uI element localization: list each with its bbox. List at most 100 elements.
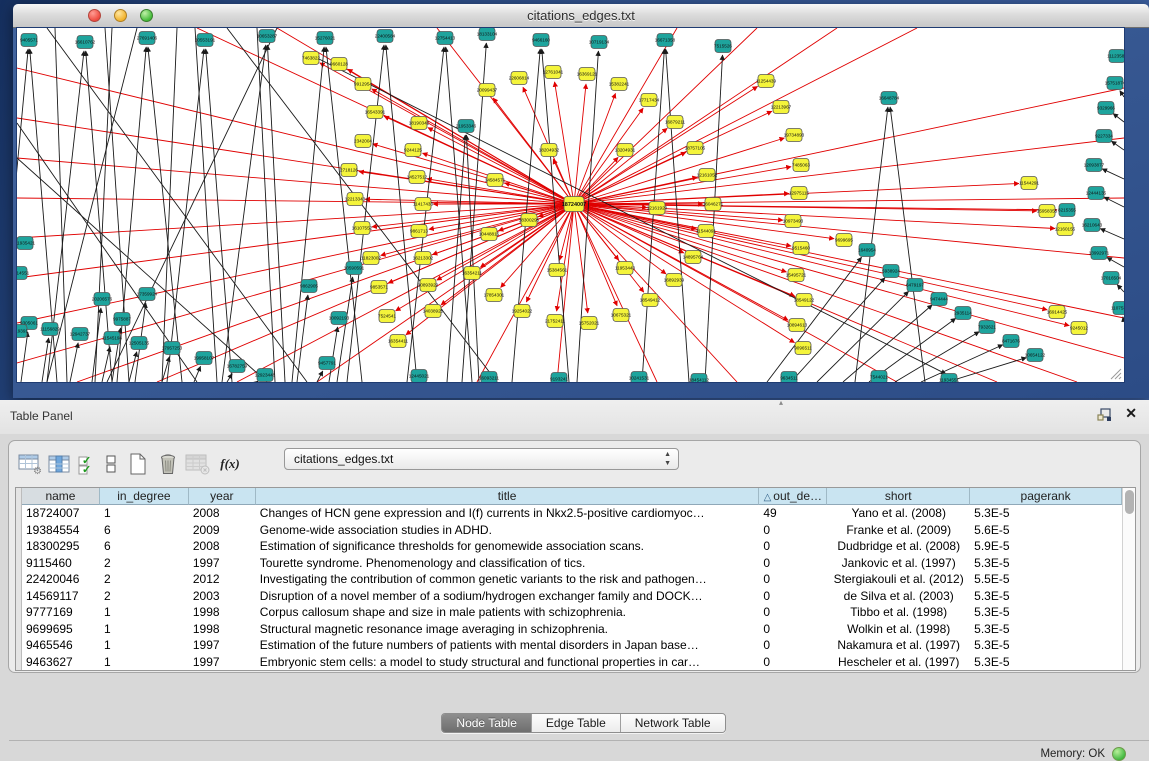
network-node[interactable]: 11254439	[756, 75, 777, 88]
table-row[interactable]: 1872400712008Changes of HCN gene express…	[22, 505, 1122, 522]
network-node[interactable]: 12942737	[70, 328, 91, 341]
network-node[interactable]: 11823002	[361, 252, 382, 265]
network-node[interactable]: 15384561	[547, 264, 568, 277]
network-node[interactable]: 20514551	[17, 267, 30, 280]
network-node[interactable]: 15751874	[1105, 77, 1124, 90]
network-node[interactable]: 7524541	[378, 310, 396, 323]
network-node[interactable]: 9699695	[835, 234, 853, 247]
network-edge[interactable]	[70, 343, 78, 382]
network-edge[interactable]	[574, 204, 1069, 326]
network-node[interactable]: 20553191	[195, 34, 216, 47]
network-node[interactable]: 18190342	[409, 117, 430, 130]
network-node[interactable]: 16210643	[1082, 219, 1103, 232]
network-canvas[interactable]: 9405571166107622769140620553191106532871…	[17, 28, 1124, 382]
network-node[interactable]: 12160155	[1055, 223, 1076, 236]
vertical-scrollbar[interactable]	[1122, 488, 1135, 670]
network-node[interactable]: 15382241	[609, 78, 630, 91]
network-node[interactable]: 9975887	[113, 313, 131, 326]
network-node[interactable]: 12213343	[345, 193, 366, 206]
network-node[interactable]: 11417433	[413, 198, 434, 211]
table-select-dropdown[interactable]: citations_edges.txt ▲▼	[284, 448, 679, 470]
network-node[interactable]: 8471676	[1002, 335, 1020, 348]
window-titlebar[interactable]: citations_edges.txt	[13, 4, 1149, 28]
network-node[interactable]: 11935421	[17, 237, 35, 250]
new-table-icon[interactable]	[123, 450, 153, 478]
network-node[interactable]: 12505135	[129, 337, 150, 350]
network-node[interactable]: 9227334	[1095, 130, 1113, 143]
network-node[interactable]: 16107552	[352, 222, 373, 235]
tab-network-table[interactable]: Network Table	[621, 714, 725, 732]
network-node[interactable]: 18300295	[519, 214, 540, 227]
network-node[interactable]: 16354211	[462, 267, 483, 280]
network-node[interactable]: 17717434	[639, 94, 660, 107]
column-header-name[interactable]: name	[22, 488, 100, 505]
delete-table-icon[interactable]	[153, 450, 183, 478]
network-node[interactable]: 18724007	[562, 197, 586, 212]
network-node[interactable]: 9457791	[318, 357, 336, 370]
network-edge[interactable]	[542, 49, 569, 382]
network-node[interactable]: 14584571	[485, 174, 506, 187]
network-node[interactable]: 17957253	[162, 342, 183, 355]
network-node[interactable]: 12754413	[435, 32, 456, 45]
network-node[interactable]: 11544291	[1019, 177, 1040, 190]
network-edge[interactable]	[666, 49, 689, 382]
network-edge[interactable]	[1111, 141, 1124, 150]
network-node[interactable]: 20099437	[477, 84, 498, 97]
network-node[interactable]: 20206576	[92, 293, 113, 306]
float-panel-icon[interactable]	[1097, 407, 1113, 423]
network-node[interactable]: 19254022	[512, 305, 533, 318]
network-node[interactable]: 2342004	[354, 135, 372, 148]
network-edge[interactable]	[21, 332, 28, 382]
network-node[interactable]: 10448815	[479, 228, 500, 241]
network-node[interactable]: 10653287	[257, 30, 278, 43]
network-node[interactable]: 9405571	[20, 34, 38, 47]
network-node[interactable]: 16671358	[655, 34, 676, 47]
network-node[interactable]: 18454112	[689, 374, 710, 383]
network-node[interactable]: 6479197	[906, 279, 924, 292]
splitter-handle[interactable]: ▴	[779, 398, 783, 407]
network-node[interactable]: 16543391	[365, 106, 386, 119]
network-node[interactable]: 9861713	[410, 225, 428, 238]
network-node[interactable]: 15752021	[579, 317, 600, 330]
network-node[interactable]: 21953346	[456, 120, 477, 133]
network-edge[interactable]	[257, 28, 275, 382]
network-node[interactable]: 16782759	[227, 360, 248, 373]
network-node[interactable]: 9466160	[532, 34, 550, 47]
network-node[interactable]: 18549412	[640, 294, 661, 307]
network-edge[interactable]	[1117, 285, 1124, 292]
network-node[interactable]: 10654122	[1025, 349, 1046, 362]
table-row[interactable]: 1938455462009Genome-wide association stu…	[22, 522, 1122, 539]
network-node[interactable]: 16648784	[879, 92, 900, 105]
network-node[interactable]: 9853571	[370, 281, 388, 294]
network-edge[interactable]	[347, 45, 384, 382]
tab-edge-table[interactable]: Edge Table	[532, 714, 621, 732]
network-node[interactable]: 16093211	[479, 372, 500, 383]
network-node[interactable]: 15276021	[315, 32, 336, 45]
table-grid[interactable]: namein_degreeyeartitle△out_de…shortpager…	[22, 488, 1122, 670]
network-node[interactable]: 22606814	[509, 72, 530, 85]
network-node[interactable]: 11544091	[696, 225, 717, 238]
column-header-out_degree[interactable]: △out_de…	[759, 488, 827, 505]
network-edge[interactable]	[921, 345, 1003, 382]
network-edge[interactable]	[102, 347, 110, 382]
network-edge[interactable]	[222, 45, 266, 382]
network-node[interactable]: 11156829	[40, 323, 60, 336]
network-node[interactable]: 18549122	[794, 294, 815, 307]
network-node[interactable]: 11953443	[615, 262, 636, 275]
network-node[interactable]: 9096511	[794, 342, 812, 355]
network-node[interactable]: 10973493	[783, 215, 804, 228]
network-node[interactable]: 12161920	[647, 202, 668, 215]
column-header-title[interactable]: title	[256, 488, 760, 505]
network-node[interactable]: 15958355	[1037, 205, 1058, 218]
network-node[interactable]: 7544021	[870, 371, 888, 383]
network-node[interactable]: 13204931	[615, 144, 636, 157]
network-edge[interactable]	[292, 47, 324, 382]
table-row[interactable]: 946554611997Estimation of the future num…	[22, 637, 1122, 654]
network-node[interactable]: 18204932	[539, 144, 560, 157]
network-edge[interactable]	[574, 204, 795, 343]
network-node[interactable]: 14527512	[407, 171, 428, 184]
network-edge[interactable]	[337, 277, 353, 382]
column-header-short[interactable]: short	[827, 488, 970, 505]
network-edge[interactable]	[359, 171, 574, 204]
network-node[interactable]: 12213967	[771, 101, 792, 114]
